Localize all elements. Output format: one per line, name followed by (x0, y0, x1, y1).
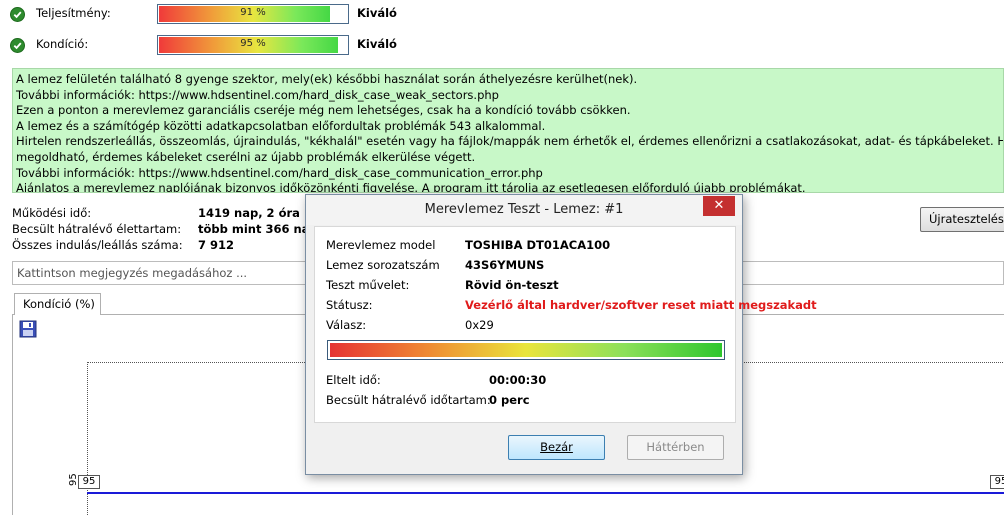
info-line: További információk: https://www.hdsenti… (16, 165, 543, 180)
info-line: megoldható, érdemes kábeleket cserélni a… (16, 149, 476, 164)
graph-value-label-left: 95 (78, 475, 100, 489)
elapsed-value: 00:00:30 (489, 373, 547, 387)
condition-label: Kondíció: (36, 37, 89, 51)
status-label: Státusz: (326, 298, 373, 312)
operation-label: Teszt művelet: (326, 278, 410, 292)
condition-percent: 95 % (240, 38, 266, 49)
tab-condition[interactable]: Kondíció (%) (14, 293, 101, 315)
graph-value-label-right: 95 (990, 475, 1004, 489)
remaining-time-label: Becsült hátralévő időtartam: (326, 393, 491, 407)
status-value: Vezérlő által hardver/szoftver reset mia… (465, 298, 817, 312)
info-line: Hirtelen rendszerleállás, összeomlás, új… (16, 134, 1004, 149)
disk-test-dialog: Merevlemez Teszt - Lemez: #1 ✕ Merevleme… (305, 194, 817, 475)
response-label: Válasz: (326, 318, 367, 332)
dialog-body: Merevlemez model TOSHIBA DT01ACA100 Leme… (314, 226, 817, 423)
info-line: A lemez és a számítógép közötti adatkapc… (16, 118, 546, 133)
info-box: A lemez felületén található 8 gyenge sze… (12, 68, 1004, 193)
condition-status: Kiváló (357, 37, 397, 51)
remaining-life-label: Becsült hátralévő élettartam: (12, 222, 182, 236)
condition-graph-line (87, 492, 1004, 494)
performance-status: Kiváló (357, 6, 397, 20)
background-button[interactable]: Háttérben (627, 435, 724, 460)
performance-percent: 91 % (240, 7, 266, 18)
performance-label: Teljesítmény: (36, 6, 111, 20)
serial-label: Lemez sorozatszám (326, 258, 440, 272)
response-value: 0x29 (465, 318, 494, 332)
start-stop-label: Összes indulás/leállás száma: (12, 238, 183, 252)
start-stop-value: 7 912 (198, 238, 235, 252)
model-value: TOSHIBA DT01ACA100 (465, 238, 611, 252)
serial-value: 43S6YMUNS (465, 258, 545, 272)
graph-y-axis-label: 95 (68, 473, 79, 486)
condition-bar: 95 % (157, 35, 349, 55)
test-progress-fill (330, 343, 722, 357)
info-line: Ezen a ponton a merevlemez garanciális c… (16, 103, 631, 118)
performance-bar: 91 % (157, 4, 349, 24)
model-label: Merevlemez model (326, 238, 436, 252)
info-line: A lemez felületén található 8 gyenge sze… (16, 72, 638, 86)
close-button[interactable]: Bezár (508, 435, 605, 460)
uptime-label: Működési idő: (12, 206, 92, 220)
retest-button[interactable]: Újratesztelés (920, 207, 1004, 232)
remaining-life-value: több mint 366 nap (198, 222, 318, 236)
test-progress-bar (327, 340, 725, 360)
elapsed-label: Eltelt idő: (326, 373, 381, 387)
check-icon (10, 37, 25, 53)
save-icon[interactable] (19, 320, 37, 338)
check-icon (10, 6, 25, 22)
dialog-close-button[interactable]: ✕ (703, 196, 735, 216)
info-line: További információk: https://www.hdsenti… (16, 87, 499, 102)
dialog-title: Merevlemez Teszt - Lemez: #1 (306, 195, 742, 225)
operation-value: Rövid ön-teszt (465, 278, 559, 292)
close-button-label: Bezár (540, 440, 573, 454)
remaining-time-value: 0 perc (489, 393, 530, 407)
uptime-value: 1419 nap, 2 óra (198, 206, 300, 220)
performance-row: Teljesítmény: 91 % Kiváló (10, 4, 397, 24)
info-line: Ajánlatos a merevlemez naplójának bizony… (16, 181, 806, 193)
condition-row: Kondíció: 95 % Kiváló (10, 35, 397, 55)
